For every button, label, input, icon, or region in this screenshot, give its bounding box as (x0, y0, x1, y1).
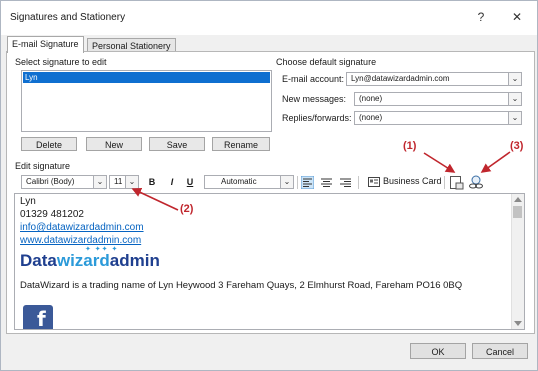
cancel-button[interactable]: Cancel (472, 343, 528, 359)
rename-button[interactable]: Rename (212, 137, 270, 151)
new-messages-select[interactable]: (none) ⌄ (354, 92, 522, 106)
dialog-window: Signatures and Stationery ? ✕ E-mail Sig… (0, 0, 538, 371)
replies-forwards-label: Replies/forwards: (282, 113, 352, 123)
bold-button[interactable]: B (146, 176, 158, 189)
delete-button[interactable]: Delete (21, 137, 77, 151)
signature-email-link[interactable]: info@datawizardadmin.com (20, 222, 144, 233)
signature-editor[interactable]: Lyn 01329 481202 info@datawizardadmin.co… (14, 193, 525, 330)
toolbar-divider (297, 176, 298, 189)
italic-button[interactable]: I (166, 176, 178, 189)
signature-name: Lyn (20, 196, 36, 207)
font-size-value: 11 (114, 177, 123, 186)
align-center-icon[interactable] (320, 176, 333, 189)
signature-footer-text: DataWizard is a trading name of Lyn Heyw… (20, 280, 463, 291)
edit-signature-label: Edit signature (15, 161, 71, 171)
font-size-select[interactable]: 11 ⌄ (109, 175, 139, 189)
list-item[interactable]: Lyn (23, 72, 270, 83)
replies-forwards-select[interactable]: (none) ⌄ (354, 111, 522, 125)
editor-scrollbar[interactable] (511, 194, 524, 329)
facebook-icon: f (23, 305, 53, 329)
signature-listbox[interactable]: Lyn (21, 70, 272, 132)
scroll-thumb[interactable] (513, 206, 522, 218)
default-signature-label: Choose default signature (276, 57, 377, 67)
select-signature-label: Select signature to edit (15, 57, 107, 67)
insert-picture-icon[interactable] (449, 175, 464, 190)
window-title: Signatures and Stationery (10, 12, 126, 23)
help-button[interactable]: ? (467, 7, 495, 27)
new-messages-value: (none) (359, 94, 383, 103)
chevron-down-icon[interactable]: ⌄ (125, 176, 138, 188)
datawizard-logo: Datawizardadmin (20, 251, 160, 270)
chevron-down-icon[interactable]: ⌄ (508, 93, 521, 105)
font-value: Calibri (Body) (26, 177, 75, 186)
chevron-down-icon[interactable]: ⌄ (280, 176, 293, 188)
annotation-2: (2) (180, 203, 194, 215)
insert-hyperlink-icon[interactable] (468, 175, 484, 190)
title-bar: Signatures and Stationery ? ✕ (1, 1, 537, 35)
email-account-value: Lyn@datawizardadmin.com (351, 74, 450, 83)
font-color-select[interactable]: Automatic ⌄ (204, 175, 294, 189)
toolbar-divider (444, 176, 445, 189)
email-account-label: E-mail account: (282, 74, 345, 84)
align-right-icon[interactable] (339, 176, 352, 189)
annotation-1: (1) (403, 140, 417, 152)
font-color-value: Automatic (221, 177, 257, 186)
font-select[interactable]: Calibri (Body) ⌄ (21, 175, 107, 189)
chevron-down-icon[interactable]: ⌄ (508, 112, 521, 124)
signature-phone: 01329 481202 (20, 209, 84, 220)
chevron-down-icon[interactable]: ⌄ (508, 73, 521, 85)
save-button[interactable]: Save (149, 137, 205, 151)
replies-forwards-value: (none) (359, 113, 383, 122)
chevron-down-icon[interactable]: ⌄ (93, 176, 106, 188)
underline-button[interactable]: U (184, 176, 196, 189)
business-card-label: Business Card (383, 176, 442, 186)
business-card-button[interactable]: Business Card (367, 175, 443, 189)
new-button[interactable]: New (86, 137, 142, 151)
scroll-down-icon[interactable] (514, 321, 522, 326)
business-card-icon (368, 177, 380, 187)
signature-website-link[interactable]: www.datawizardadmin.com (20, 235, 141, 246)
toolbar-divider (358, 176, 359, 189)
tab-email-signature[interactable]: E-mail Signature (7, 36, 84, 53)
close-button[interactable]: ✕ (503, 7, 531, 27)
ok-button[interactable]: OK (410, 343, 466, 359)
email-account-select[interactable]: Lyn@datawizardadmin.com ⌄ (346, 72, 522, 86)
new-messages-label: New messages: (282, 94, 347, 104)
scroll-up-icon[interactable] (514, 197, 522, 202)
align-left-icon[interactable] (301, 176, 314, 189)
annotation-3: (3) (510, 140, 524, 152)
